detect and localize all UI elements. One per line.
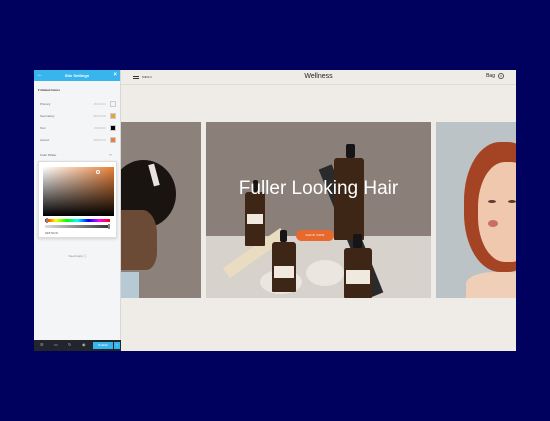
color-row-text[interactable]: Text #000000: [40, 125, 116, 131]
need-help-link[interactable]: Need Help ⓘ: [34, 254, 121, 258]
opacity-knob[interactable]: [108, 224, 110, 229]
site-preview: MENU Wellness Bag 0 Fuller Looking Hair …: [121, 70, 516, 351]
publish-button[interactable]: Publish: [93, 342, 113, 349]
shop-now-button[interactable]: SHOP NOW: [296, 230, 334, 241]
color-handle[interactable]: [96, 170, 100, 174]
color-picker: #E87D2D: [38, 161, 117, 238]
hue-slider[interactable]: [45, 218, 110, 223]
panel-title: Site Settings: [64, 73, 90, 78]
layers-icon[interactable]: ☰: [40, 343, 44, 347]
site-header: MENU Wellness Bag 0: [121, 70, 516, 85]
person-image: [121, 210, 157, 270]
carousel-slide-next[interactable]: [436, 122, 516, 298]
carousel-slide-previous[interactable]: [121, 122, 201, 298]
hero-title: Fuller Looking Hair: [238, 178, 399, 199]
site-brand[interactable]: Wellness: [121, 73, 516, 80]
color-row-accent[interactable]: Accent #E8813A: [40, 137, 116, 143]
color-swatch[interactable]: [110, 101, 116, 107]
color-picker-label: Color Picker: [40, 153, 57, 157]
publish-options-icon[interactable]: ˄: [114, 342, 120, 349]
color-row-primary[interactable]: Primary #F4F4F4: [40, 101, 116, 107]
color-swatch[interactable]: [110, 137, 116, 143]
color-swatch[interactable]: [110, 125, 116, 131]
close-icon[interactable]: ×: [113, 72, 117, 78]
editor-window: ← Site Settings × ▾ Global Colors Primar…: [34, 70, 516, 351]
responsive-icon[interactable]: ▭: [54, 343, 58, 347]
bag-count-badge[interactable]: 0: [498, 73, 504, 79]
hue-knob[interactable]: [46, 218, 48, 223]
global-color-icon[interactable]: ∞: [109, 152, 112, 157]
color-swatch[interactable]: [110, 113, 116, 119]
panel-footer: ☰ ▭ ↻ ◉ Publish ˄: [34, 340, 121, 351]
global-colors-heading[interactable]: ▾ Global Colors: [38, 88, 60, 92]
hero-overlay: Fuller Looking Hair SHOP NOW: [206, 122, 431, 298]
site-settings-panel: ← Site Settings × ▾ Global Colors Primar…: [34, 70, 121, 351]
saturation-value-area[interactable]: [43, 167, 114, 216]
history-icon[interactable]: ↻: [68, 343, 71, 347]
preview-icon[interactable]: ◉: [82, 343, 86, 347]
hex-input[interactable]: #E87D2D: [45, 231, 58, 235]
bag-link[interactable]: Bag: [486, 73, 495, 79]
opacity-slider[interactable]: [45, 224, 110, 229]
color-row-secondary[interactable]: Secondary #E5A53E: [40, 113, 116, 119]
panel-header: ← Site Settings ×: [34, 70, 120, 81]
